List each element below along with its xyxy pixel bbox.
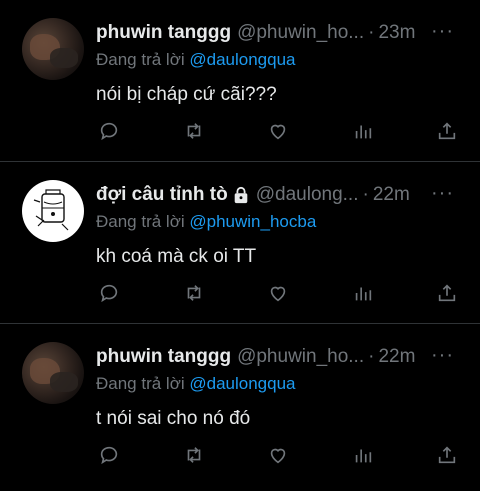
user-handle[interactable]: @phuwin_ho... <box>237 22 364 44</box>
tweet[interactable]: đợi câu tỉnh tò @daulong... · 22m ··· Đa… <box>0 162 480 324</box>
user-handle[interactable]: @daulong... <box>256 184 359 206</box>
more-icon[interactable]: ··· <box>431 344 454 367</box>
retweet-icon[interactable] <box>181 118 207 144</box>
tweet-text: kh coá mà ck oi TT <box>96 246 257 267</box>
tweet-content: phuwin tanggg @phuwin_ho... · 23m ··· Đa… <box>96 20 464 112</box>
replying-to-handle[interactable]: @daulongqua <box>189 374 295 393</box>
like-icon[interactable] <box>265 442 291 468</box>
avatar[interactable] <box>22 342 84 404</box>
separator-dot: · <box>368 22 375 43</box>
avatar[interactable] <box>22 180 84 242</box>
replying-to-label: Đang trả lời <box>96 212 185 231</box>
tweet-actions <box>96 118 460 144</box>
reply-icon[interactable] <box>96 118 122 144</box>
analytics-icon[interactable] <box>350 442 376 468</box>
analytics-icon[interactable] <box>350 280 376 306</box>
avatar[interactable] <box>22 18 84 80</box>
replying-to-label: Đang trả lời <box>96 50 185 69</box>
tweet-header: phuwin tanggg @phuwin_ho... · 22m ··· <box>96 344 464 370</box>
separator-dot: · <box>362 184 369 205</box>
more-icon[interactable]: ··· <box>431 182 454 205</box>
like-icon[interactable] <box>265 280 291 306</box>
tweet[interactable]: phuwin tanggg @phuwin_ho... · 22m ··· Đa… <box>0 324 480 486</box>
more-icon[interactable]: ··· <box>431 20 454 43</box>
replying-to-handle[interactable]: @phuwin_hocba <box>189 212 316 231</box>
tweet-content: phuwin tanggg @phuwin_ho... · 22m ··· Đa… <box>96 344 464 436</box>
display-name[interactable]: đợi câu tỉnh tò <box>96 184 228 206</box>
like-icon[interactable] <box>265 118 291 144</box>
reply-icon[interactable] <box>96 280 122 306</box>
replying-to: Đang trả lời @daulongqua <box>96 374 464 398</box>
tweet-text: t nói sai cho nó đó <box>96 408 251 429</box>
lock-icon <box>232 186 250 204</box>
tweet-text: nói bị cháp cứ cãi??? <box>96 84 277 105</box>
tweet-header: phuwin tanggg @phuwin_ho... · 23m ··· <box>96 20 464 46</box>
replying-to: Đang trả lời @daulongqua <box>96 50 464 74</box>
share-icon[interactable] <box>434 442 460 468</box>
display-name[interactable]: phuwin tanggg <box>96 22 231 44</box>
tweet-actions <box>96 280 460 306</box>
display-name[interactable]: phuwin tanggg <box>96 346 231 368</box>
timestamp[interactable]: 22m <box>378 346 415 368</box>
retweet-icon[interactable] <box>181 280 207 306</box>
share-icon[interactable] <box>434 280 460 306</box>
separator-dot: · <box>368 346 375 367</box>
analytics-icon[interactable] <box>350 118 376 144</box>
avatar-sketch-icon <box>33 189 69 231</box>
timestamp[interactable]: 22m <box>373 184 410 206</box>
tweet-header: đợi câu tỉnh tò @daulong... · 22m ··· <box>96 182 464 208</box>
user-handle[interactable]: @phuwin_ho... <box>237 346 364 368</box>
tweet-feed: phuwin tanggg @phuwin_ho... · 23m ··· Đa… <box>0 0 480 486</box>
timestamp[interactable]: 23m <box>378 22 415 44</box>
replying-to: Đang trả lời @phuwin_hocba <box>96 212 464 236</box>
tweet[interactable]: phuwin tanggg @phuwin_ho... · 23m ··· Đa… <box>0 0 480 162</box>
share-icon[interactable] <box>434 118 460 144</box>
replying-to-label: Đang trả lời <box>96 374 185 393</box>
tweet-content: đợi câu tỉnh tò @daulong... · 22m ··· Đa… <box>96 182 464 274</box>
tweet-actions <box>96 442 460 468</box>
replying-to-handle[interactable]: @daulongqua <box>189 50 295 69</box>
retweet-icon[interactable] <box>181 442 207 468</box>
reply-icon[interactable] <box>96 442 122 468</box>
